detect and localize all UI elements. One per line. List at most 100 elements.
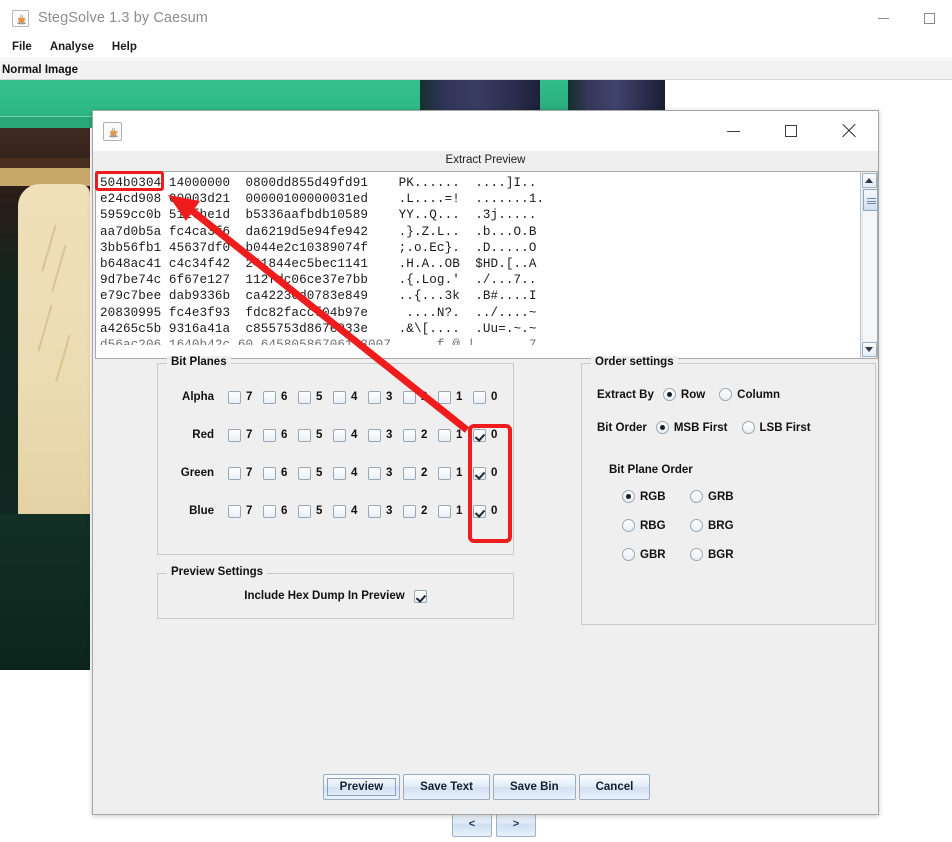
dialog-maximize-button[interactable]	[762, 111, 820, 151]
alpha-bit-0[interactable]: 0	[473, 390, 508, 404]
scrollbar-track[interactable]	[861, 189, 878, 341]
blue-bit-6[interactable]: 6	[263, 504, 298, 518]
alpha-bit-6[interactable]: 6	[263, 390, 298, 404]
extract-by-column-option[interactable]: Column	[719, 388, 780, 401]
red-bit-2[interactable]: 2	[403, 428, 438, 442]
scrollbar-thumb[interactable]	[862, 189, 878, 211]
red-bit-3[interactable]: 3	[368, 428, 403, 442]
alpha-bit-4[interactable]: 4	[333, 390, 368, 404]
checkbox-icon[interactable]	[298, 428, 311, 442]
checkbox-icon[interactable]	[438, 466, 451, 480]
green-bit-3[interactable]: 3	[368, 466, 403, 480]
hex-vertical-scrollbar[interactable]	[860, 172, 878, 358]
checkbox-icon[interactable]	[403, 428, 416, 442]
checkbox-icon[interactable]	[473, 428, 486, 442]
green-bit-4[interactable]: 4	[333, 466, 368, 480]
extract-by-row-option[interactable]: Row	[662, 388, 705, 401]
red-bit-0[interactable]: 0	[473, 428, 508, 442]
green-bit-2[interactable]: 2	[403, 466, 438, 480]
maximize-button[interactable]	[906, 0, 952, 36]
checkbox-icon[interactable]	[263, 504, 276, 518]
bit-plane-order-brg[interactable]: BRG	[690, 519, 744, 532]
blue-bit-4[interactable]: 4	[333, 504, 368, 518]
green-bit-6[interactable]: 6	[263, 466, 298, 480]
alpha-bit-7[interactable]: 7	[228, 390, 263, 404]
red-bit-5[interactable]: 5	[298, 428, 333, 442]
save-text-button[interactable]: Save Text	[403, 774, 491, 800]
menu-help[interactable]: Help	[104, 39, 145, 55]
save-bin-button[interactable]: Save Bin	[493, 774, 576, 800]
checkbox-icon[interactable]	[403, 466, 416, 480]
blue-bit-3[interactable]: 3	[368, 504, 403, 518]
red-bit-4[interactable]: 4	[333, 428, 368, 442]
checkbox-icon[interactable]	[473, 466, 486, 480]
checkbox-icon[interactable]	[333, 504, 346, 518]
checkbox-icon[interactable]	[438, 428, 451, 442]
red-bit-1[interactable]: 1	[438, 428, 473, 442]
checkbox-icon[interactable]	[368, 466, 381, 480]
green-bit-5[interactable]: 5	[298, 466, 333, 480]
checkbox-icon[interactable]	[368, 428, 381, 442]
bit-plane-order-bgr[interactable]: BGR	[690, 548, 744, 561]
checkbox-icon[interactable]	[263, 466, 276, 480]
checkbox-icon[interactable]	[228, 466, 241, 480]
red-bit-7[interactable]: 7	[228, 428, 263, 442]
checkbox-icon[interactable]	[263, 428, 276, 442]
checkbox-icon[interactable]	[473, 390, 486, 404]
green-bit-7[interactable]: 7	[228, 466, 263, 480]
checkbox-icon[interactable]	[298, 466, 311, 480]
hex-dump-text[interactable]: 504b0304 14000000 0800dd855d49fd91 PK...…	[96, 172, 860, 358]
bit-plane-order-grb[interactable]: GRB	[690, 490, 744, 503]
radio-icon[interactable]	[719, 388, 733, 401]
blue-bit-2[interactable]: 2	[403, 504, 438, 518]
preview-button[interactable]: Preview	[322, 774, 401, 800]
menu-analyse[interactable]: Analyse	[42, 39, 102, 55]
bit-order-msb-option[interactable]: MSB First	[655, 421, 728, 434]
bit-order-lsb-option[interactable]: LSB First	[741, 421, 811, 434]
blue-bit-0[interactable]: 0	[473, 504, 508, 518]
bit-plane-order-gbr[interactable]: GBR	[622, 548, 676, 561]
alpha-bit-2[interactable]: 2	[403, 390, 438, 404]
radio-icon[interactable]	[690, 490, 703, 503]
radio-icon[interactable]	[622, 548, 635, 561]
checkbox-icon[interactable]	[403, 390, 416, 404]
checkbox-icon[interactable]	[298, 390, 311, 404]
radio-icon[interactable]	[655, 421, 669, 434]
checkbox-icon[interactable]	[263, 390, 276, 404]
dialog-minimize-button[interactable]	[704, 111, 762, 151]
minimize-button[interactable]	[860, 0, 906, 36]
alpha-bit-1[interactable]: 1	[438, 390, 473, 404]
alpha-bit-5[interactable]: 5	[298, 390, 333, 404]
cancel-button[interactable]: Cancel	[578, 774, 651, 800]
checkbox-icon[interactable]	[228, 390, 241, 404]
checkbox-icon[interactable]	[333, 466, 346, 480]
checkbox-icon[interactable]	[298, 504, 311, 518]
checkbox-icon[interactable]	[368, 504, 381, 518]
include-hex-dump-checkbox[interactable]	[413, 589, 427, 603]
checkbox-icon[interactable]	[228, 504, 241, 518]
menu-file[interactable]: File	[4, 39, 40, 55]
red-bit-6[interactable]: 6	[263, 428, 298, 442]
scroll-down-arrow[interactable]	[861, 342, 877, 357]
radio-icon[interactable]	[741, 421, 755, 434]
checkbox-icon[interactable]	[473, 504, 486, 518]
checkbox-icon[interactable]	[333, 428, 346, 442]
checkbox-icon[interactable]	[228, 428, 241, 442]
blue-bit-1[interactable]: 1	[438, 504, 473, 518]
bit-plane-order-rgb[interactable]: RGB	[622, 490, 676, 503]
green-bit-0[interactable]: 0	[473, 466, 508, 480]
checkbox-icon[interactable]	[438, 504, 451, 518]
dialog-close-button[interactable]	[820, 111, 878, 151]
radio-icon[interactable]	[622, 490, 635, 503]
radio-icon[interactable]	[690, 519, 703, 532]
alpha-bit-3[interactable]: 3	[368, 390, 403, 404]
green-bit-1[interactable]: 1	[438, 466, 473, 480]
blue-bit-7[interactable]: 7	[228, 504, 263, 518]
checkbox-icon[interactable]	[333, 390, 346, 404]
blue-bit-5[interactable]: 5	[298, 504, 333, 518]
checkbox-icon[interactable]	[403, 504, 416, 518]
radio-icon[interactable]	[690, 548, 703, 561]
radio-icon[interactable]	[622, 519, 635, 532]
checkbox-icon[interactable]	[368, 390, 381, 404]
scroll-up-arrow[interactable]	[861, 173, 877, 188]
